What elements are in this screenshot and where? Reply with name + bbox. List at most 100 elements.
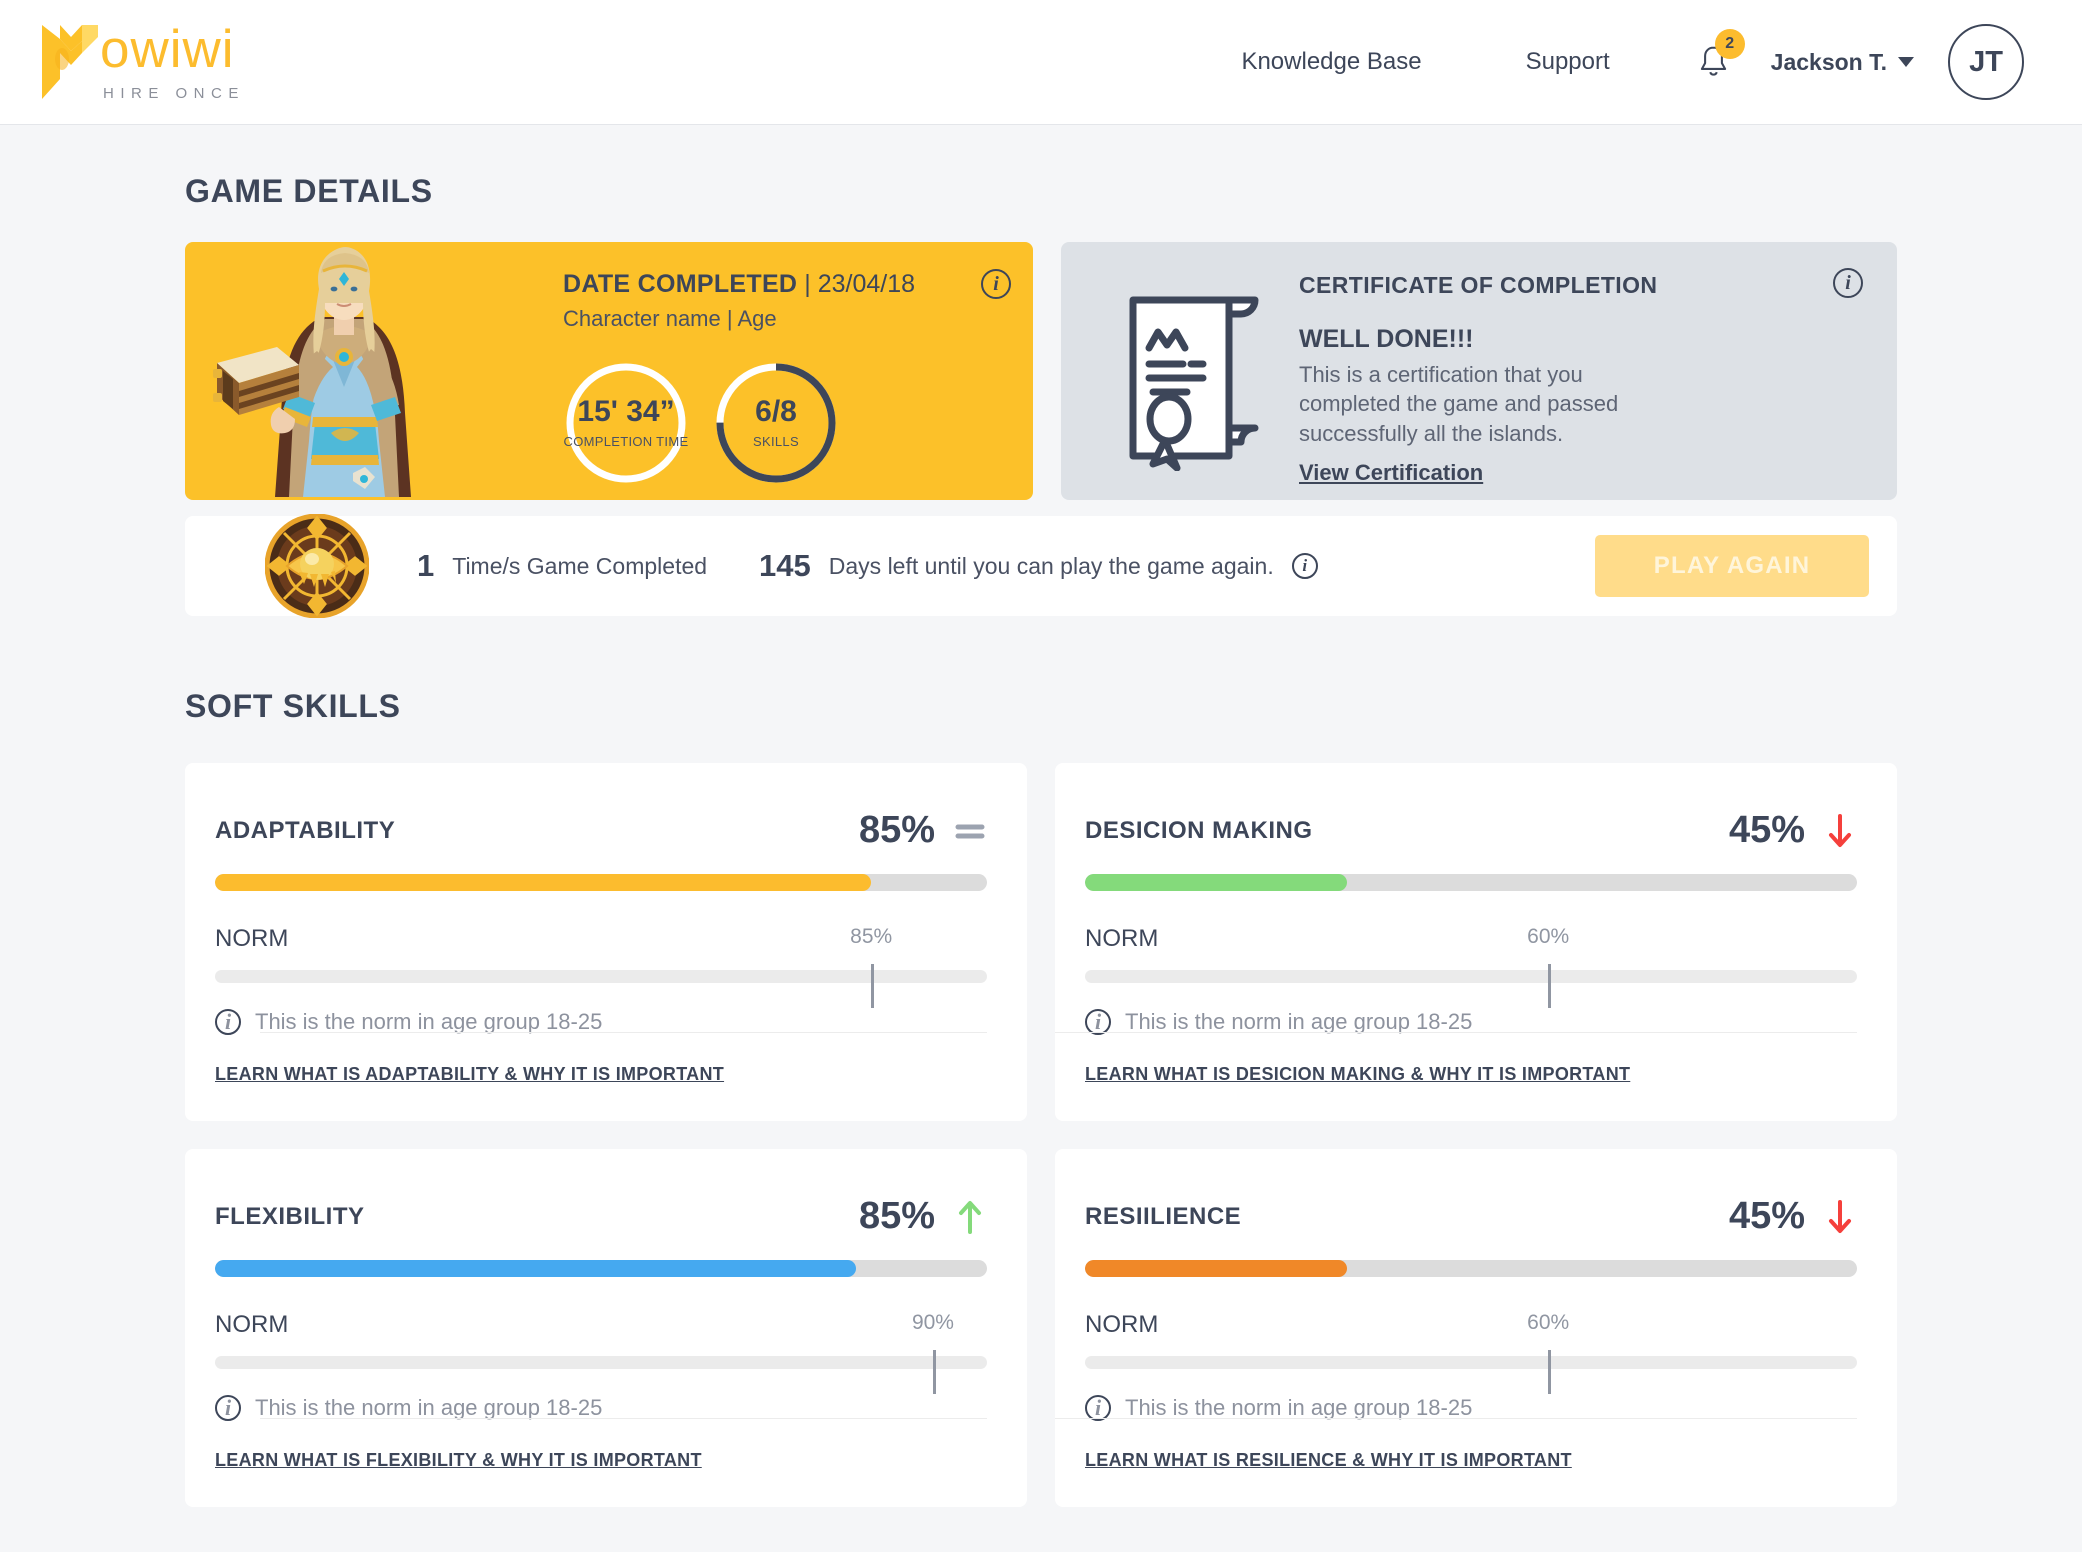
user-name-label: Jackson T. xyxy=(1770,48,1887,75)
times-played-count: 1 xyxy=(417,548,435,583)
completion-time-ring: 15' 34” COMPLETION TIME xyxy=(563,360,689,486)
learn-more-link[interactable]: LEARN WHAT IS RESILIENCE & WHY IT IS IMP… xyxy=(1085,1450,1572,1471)
skill-score-track xyxy=(1085,1260,1857,1277)
skill-card-desicion-making: DESICION MAKING 45% NORM 60% i This is t… xyxy=(1055,763,1897,1121)
logo-wordmark: owiwi xyxy=(100,19,235,79)
norm-marker xyxy=(932,1350,936,1394)
times-played-label: Time/s Game Completed xyxy=(452,552,708,579)
norm-label: NORM xyxy=(1085,925,1159,952)
app-header: owiwi HIRE ONCE Knowledge Base Support 2… xyxy=(0,0,2082,125)
info-icon-norm[interactable]: i xyxy=(215,1009,241,1035)
play-again-button[interactable]: PLAY AGAIN xyxy=(1595,535,1869,597)
skill-percent: 45% xyxy=(1728,1195,1805,1237)
norm-value: 60% xyxy=(1527,1311,1570,1334)
skill-percent: 85% xyxy=(858,1195,935,1237)
date-completed-line: DATE COMPLETED | 23/04/18 xyxy=(563,269,1011,300)
skill-name: ADAPTABILITY xyxy=(215,816,396,844)
certificate-description: This is a certification that you complet… xyxy=(1299,362,1619,446)
stat-rings: 15' 34” COMPLETION TIME 6/8 SKILLS xyxy=(563,360,1011,486)
completion-time-value: 15' 34” xyxy=(577,395,675,429)
owiwi-logo-icon xyxy=(42,25,98,99)
info-icon-norm[interactable]: i xyxy=(215,1395,241,1421)
game-info: i DATE COMPLETED | 23/04/18 Character na… xyxy=(563,269,1011,486)
character-illustration xyxy=(213,247,411,497)
card-divider xyxy=(260,1418,987,1419)
card-divider xyxy=(1055,1032,1857,1033)
certificate-heading: CERTIFICATE OF COMPLETION xyxy=(1299,272,1658,298)
skill-score-fill xyxy=(1085,874,1348,891)
norm-track xyxy=(1085,1350,1857,1394)
skill-name: DESICION MAKING xyxy=(1085,816,1313,844)
norm-value: 60% xyxy=(1527,925,1570,948)
soft-skills-title: SOFT SKILLS xyxy=(185,688,401,724)
date-completed-value: 23/04/18 xyxy=(817,270,916,298)
skill-score-track xyxy=(215,1260,987,1277)
trend-down-icon xyxy=(1823,1199,1857,1234)
skill-score-fill xyxy=(215,1260,856,1277)
norm-track xyxy=(215,1350,987,1394)
card-divider xyxy=(1055,1418,1857,1419)
certificate-well-done: WELL DONE!!! xyxy=(1299,325,1474,353)
certificate-body: i CERTIFICATE OF COMPLETION WELL DONE!!!… xyxy=(1299,268,1863,500)
character-name-age: Character name | Age xyxy=(563,306,777,332)
skill-card-resilience: RESIILIENCE 45% NORM 60% i This is the n… xyxy=(1055,1149,1897,1507)
card-divider xyxy=(260,1032,987,1033)
skill-score-track xyxy=(1085,874,1857,891)
header-nav: Knowledge Base Support 2 Jackson T. JT xyxy=(1189,24,2024,100)
notification-badge: 2 xyxy=(1714,28,1745,59)
certificate-icon xyxy=(1129,296,1259,471)
view-certification-link[interactable]: View Certification xyxy=(1299,460,1483,486)
skill-score-fill xyxy=(1085,1260,1348,1277)
skills-ring: 6/8 SKILLS xyxy=(713,360,839,486)
skills-caption: SKILLS xyxy=(753,434,799,450)
norm-value: 90% xyxy=(911,1311,954,1334)
play-again-row: 1 Time/s Game Completed 145 Days left un… xyxy=(185,514,1897,618)
norm-marker xyxy=(1548,1350,1552,1394)
logo[interactable]: owiwi HIRE ONCE xyxy=(40,23,245,102)
skill-score-track xyxy=(215,874,987,891)
skill-name: RESIILIENCE xyxy=(1085,1202,1242,1230)
norm-marker xyxy=(871,964,875,1008)
date-separator: | xyxy=(804,270,811,298)
completion-time-caption: COMPLETION TIME xyxy=(563,434,689,450)
norm-track xyxy=(1085,964,1857,1008)
skills-value: 6/8 xyxy=(755,395,797,429)
norm-value: 85% xyxy=(850,925,893,948)
info-icon-certificate[interactable]: i xyxy=(1833,268,1863,298)
learn-more-link[interactable]: LEARN WHAT IS DESICION MAKING & WHY IT I… xyxy=(1085,1064,1630,1085)
norm-track xyxy=(215,964,987,1008)
chevron-down-icon xyxy=(1898,57,1914,67)
soft-skills-grid: ADAPTABILITY 85% NORM 85% i This is the … xyxy=(185,763,1897,1507)
norm-marker xyxy=(1548,964,1552,1008)
skill-name: FLEXIBILITY xyxy=(215,1202,365,1230)
trend-equal-icon xyxy=(953,818,987,844)
skill-card-adaptability: ADAPTABILITY 85% NORM 85% i This is the … xyxy=(185,763,1027,1121)
skill-score-fill xyxy=(215,874,872,891)
trend-down-icon xyxy=(1823,813,1857,848)
learn-more-link[interactable]: LEARN WHAT IS FLEXIBILITY & WHY IT IS IM… xyxy=(215,1450,702,1471)
learn-more-link[interactable]: LEARN WHAT IS ADAPTABILITY & WHY IT IS I… xyxy=(215,1064,724,1085)
norm-label: NORM xyxy=(215,1311,289,1338)
notifications-button[interactable]: 2 xyxy=(1662,28,1771,80)
skill-card-flexibility: FLEXIBILITY 85% NORM 90% i This is the n… xyxy=(185,1149,1027,1507)
days-left-label: Days left until you can play the game ag… xyxy=(828,552,1274,579)
game-summary-row: i DATE COMPLETED | 23/04/18 Character na… xyxy=(185,242,1897,500)
skill-percent: 45% xyxy=(1728,809,1805,851)
info-icon-days-left[interactable]: i xyxy=(1291,553,1318,579)
logo-tagline: HIRE ONCE xyxy=(103,84,245,102)
game-details-card: i DATE COMPLETED | 23/04/18 Character na… xyxy=(185,242,1033,500)
days-left-count: 145 xyxy=(759,548,811,583)
nav-support[interactable]: Support xyxy=(1474,48,1662,76)
page-body: GAME DETAILS i DATE COMPLETED | 23/04/18… xyxy=(0,173,2082,1507)
certificate-card: i CERTIFICATE OF COMPLETION WELL DONE!!!… xyxy=(1061,242,1897,500)
user-menu[interactable]: Jackson T. xyxy=(1771,49,1914,76)
nav-knowledge-base[interactable]: Knowledge Base xyxy=(1189,48,1473,76)
avatar[interactable]: JT xyxy=(1948,24,2024,100)
norm-label: NORM xyxy=(215,925,289,952)
trend-up-icon xyxy=(953,1200,987,1234)
skill-percent: 85% xyxy=(858,809,935,851)
date-completed-label: DATE COMPLETED xyxy=(563,270,798,298)
norm-label: NORM xyxy=(1085,1311,1159,1338)
info-icon-game[interactable]: i xyxy=(981,269,1011,299)
medallion-icon xyxy=(265,514,369,618)
